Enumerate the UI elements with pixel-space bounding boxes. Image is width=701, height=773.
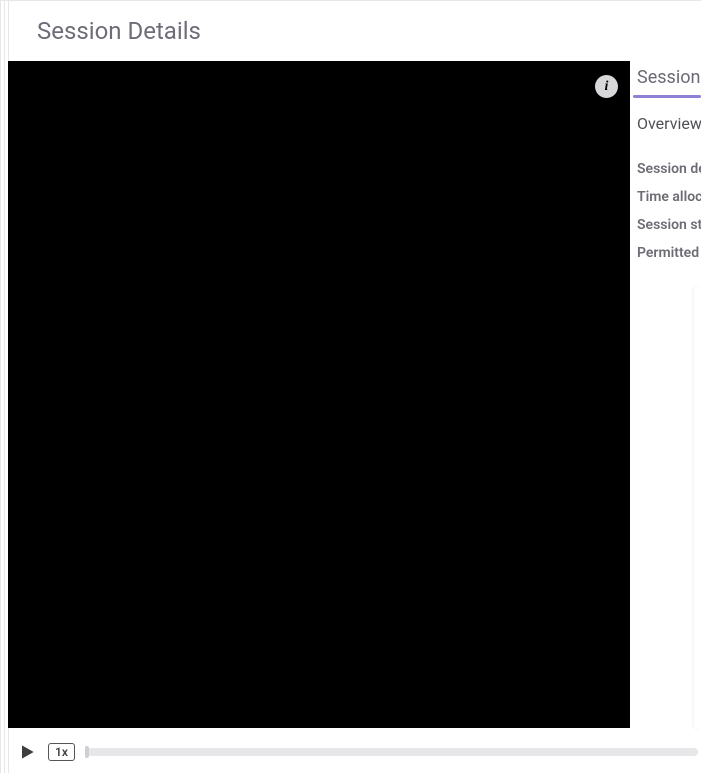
meta-permitted: Permitted actions or resources <box>637 239 701 267</box>
tab-session[interactable]: Session <box>637 61 700 98</box>
session-details-frame: Session Details i Session Overview Sessi… <box>0 0 701 773</box>
meta-status: Session status or state <box>637 211 701 239</box>
play-icon <box>17 742 37 762</box>
playback-speed-button[interactable]: 1x <box>48 743 75 761</box>
info-icon[interactable]: i <box>595 75 618 98</box>
meta-time: Time allocated or allowed <box>637 183 701 211</box>
video-player[interactable]: i <box>8 61 630 728</box>
session-meta-list: Session description or details Time allo… <box>637 155 701 267</box>
divider <box>0 1 1 773</box>
playback-bar: 1x <box>8 730 698 773</box>
play-button[interactable] <box>8 736 46 768</box>
divider <box>4 1 5 773</box>
progress-track[interactable] <box>85 748 698 756</box>
meta-session: Session description or details <box>637 155 701 183</box>
panel-edge <box>694 287 701 728</box>
overview-heading: Overview <box>637 114 701 133</box>
page-title: Session Details <box>37 17 701 45</box>
progress-knob[interactable] <box>85 746 89 758</box>
session-side-panel: Session Overview Session description or … <box>633 61 701 267</box>
